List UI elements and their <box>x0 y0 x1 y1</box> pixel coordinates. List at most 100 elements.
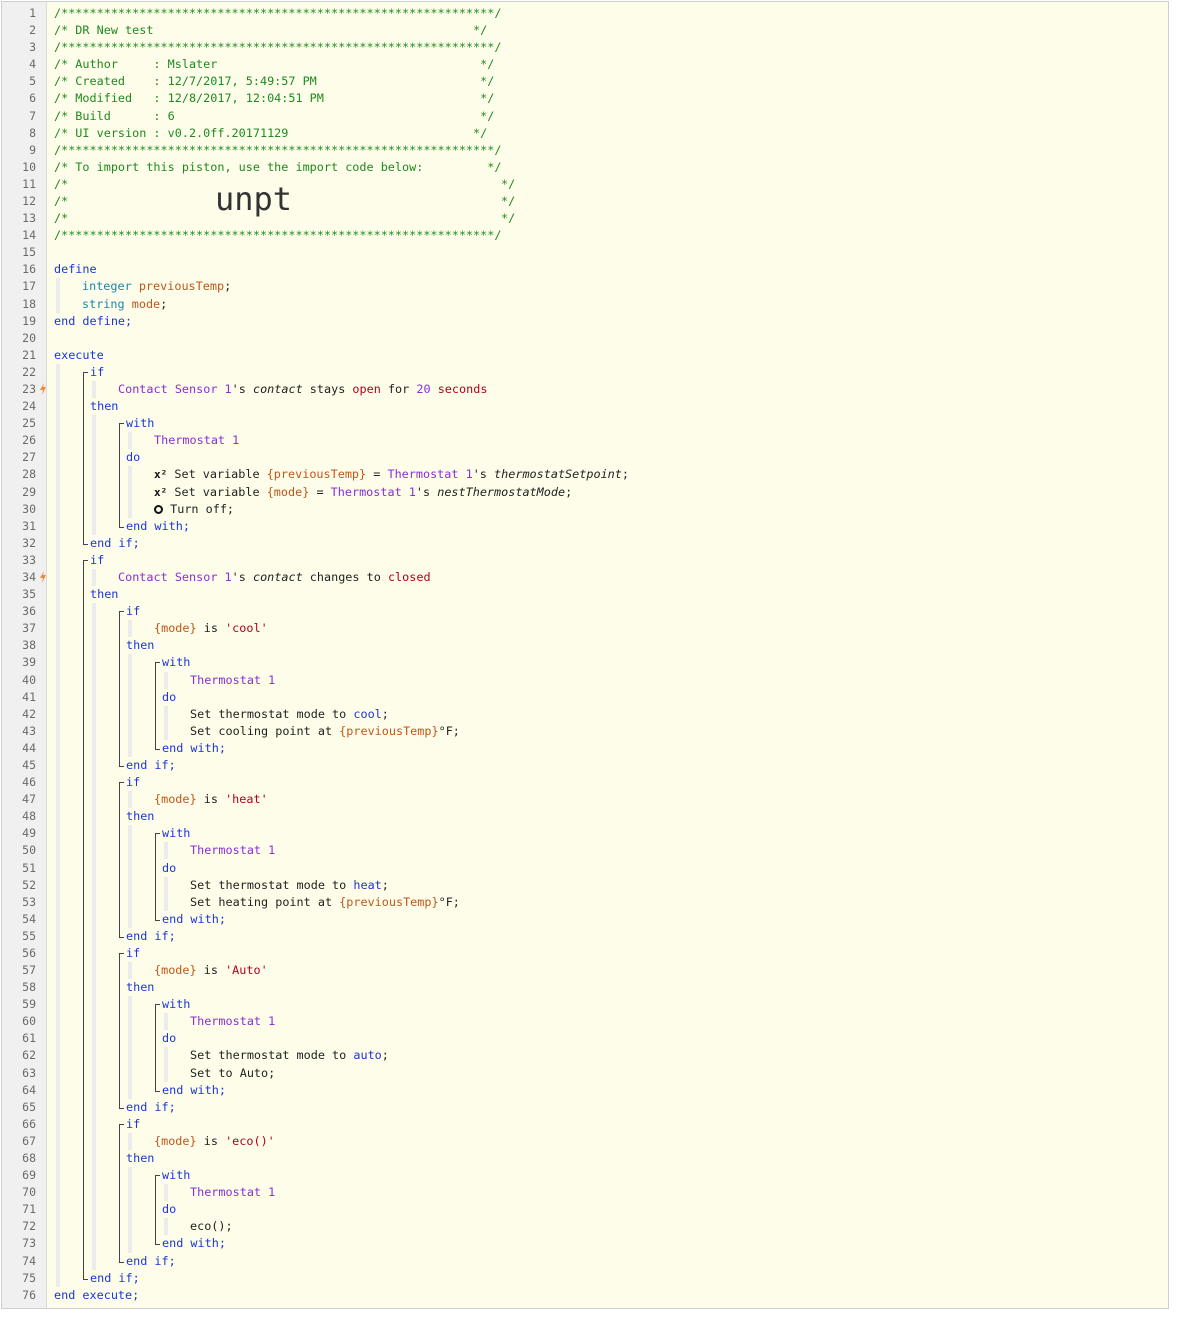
code-line[interactable]: /* Created : 12/7/2017, 5:49:57 PM */ <box>54 73 494 90</box>
code-line[interactable]: end if; <box>126 757 176 774</box>
code-line[interactable]: {mode} is 'Auto' <box>154 962 268 979</box>
code-line[interactable]: with <box>162 654 190 671</box>
code-line[interactable]: Turn off; <box>154 501 234 518</box>
block-bracket-bottom <box>83 1278 88 1280</box>
code-line[interactable]: Contact Sensor 1's contact stays open fo… <box>118 381 487 398</box>
code-line[interactable]: /* Author : Mslater */ <box>54 56 494 73</box>
code-line[interactable]: then <box>90 398 118 415</box>
block-bracket-top <box>119 1123 124 1125</box>
code-line[interactable]: Set heating point at {previousTemp}°F; <box>190 894 460 911</box>
code-line[interactable]: end if; <box>90 535 140 552</box>
code-line[interactable]: end execute; <box>54 1287 139 1304</box>
code-line[interactable]: end define; <box>54 313 132 330</box>
code-line[interactable]: /* DR New test */ <box>54 22 487 39</box>
code-line[interactable]: Thermostat 1 <box>154 432 239 449</box>
code-token: nestThermostatMode <box>437 484 566 499</box>
code-line[interactable]: with <box>162 1167 190 1184</box>
code-line[interactable]: if <box>126 603 140 620</box>
code-line[interactable]: Thermostat 1 <box>190 842 275 859</box>
code-token: °F; <box>438 894 460 909</box>
code-line[interactable]: Set cooling point at {previousTemp}°F; <box>190 723 460 740</box>
code-line[interactable]: then <box>90 586 118 603</box>
code-line[interactable]: then <box>126 637 154 654</box>
code-line[interactable]: end if; <box>90 1270 140 1287</box>
code-line[interactable]: Thermostat 1 <box>190 1013 275 1030</box>
import-code[interactable]: unpt <box>215 182 292 216</box>
code-token: end execute; <box>54 1287 140 1302</box>
code-line[interactable]: if <box>90 552 104 569</box>
code-line[interactable]: end with; <box>162 1235 226 1252</box>
indent-guide <box>164 876 168 911</box>
block-bracket-top <box>155 662 160 664</box>
code-line[interactable]: end with; <box>162 911 226 928</box>
code-line[interactable]: eco(); <box>190 1218 233 1235</box>
code-line[interactable]: {mode} is 'eco()' <box>154 1133 275 1150</box>
code-line[interactable]: if <box>126 945 140 962</box>
code-line[interactable]: end with; <box>126 518 190 535</box>
code-line[interactable]: Thermostat 1 <box>190 1184 275 1201</box>
code-line[interactable]: /***************************************… <box>54 227 501 244</box>
code-token: end with; <box>162 740 226 755</box>
code-line[interactable]: end if; <box>126 928 176 945</box>
code-token: then <box>90 399 119 414</box>
code-line[interactable]: then <box>126 808 154 825</box>
code-line[interactable]: */ <box>501 193 515 210</box>
code-token: 's <box>231 381 246 396</box>
code-line[interactable]: with <box>162 825 190 842</box>
code-line[interactable]: execute <box>54 347 104 364</box>
code-line[interactable]: {mode} is 'heat' <box>154 791 268 808</box>
code-line[interactable]: Set thermostat mode to cool; <box>190 706 389 723</box>
code-line[interactable]: do <box>162 1030 176 1047</box>
code-line[interactable]: then <box>126 979 154 996</box>
code-line[interactable]: /* Build : 6 */ <box>54 108 494 125</box>
code-token: ; <box>565 484 573 499</box>
code-line[interactable]: then <box>126 1150 154 1167</box>
code-line[interactable]: end if; <box>126 1099 176 1116</box>
code-line[interactable]: do <box>162 860 176 877</box>
code-line[interactable]: Set thermostat mode to heat; <box>190 877 389 894</box>
code-line[interactable]: */ <box>501 210 515 227</box>
code-line[interactable]: end with; <box>162 1082 226 1099</box>
code-line[interactable]: string mode; <box>82 296 167 313</box>
code-line[interactable]: x² Set variable {mode} = Thermostat 1's … <box>154 484 572 501</box>
code-line[interactable]: /* Modified : 12/8/2017, 12:04:51 PM */ <box>54 90 494 107</box>
code-line[interactable]: end if; <box>126 1253 176 1270</box>
code-line[interactable]: if <box>90 364 104 381</box>
code-token: Set variable <box>174 467 260 482</box>
code-line[interactable]: end with; <box>162 740 226 757</box>
code-line[interactable]: {mode} is 'cool' <box>154 620 268 637</box>
code-line[interactable]: do <box>162 1201 176 1218</box>
block-bracket-top <box>155 833 160 835</box>
code-token: end if; <box>126 928 176 943</box>
code-line[interactable]: do <box>162 689 176 706</box>
code-line[interactable]: Set to Auto; <box>190 1065 275 1082</box>
code-token: end with; <box>162 1236 226 1251</box>
code-line[interactable]: do <box>126 449 140 466</box>
code-line[interactable]: /* <box>54 176 68 193</box>
code-line[interactable]: with <box>162 996 190 1013</box>
code-line[interactable]: /***************************************… <box>54 5 501 22</box>
code-line[interactable]: define <box>54 261 97 278</box>
code-token: /* To import this piston, use the import… <box>54 159 502 174</box>
code-line[interactable]: with <box>126 415 154 432</box>
code-line[interactable]: /* To import this piston, use the import… <box>54 159 501 176</box>
code-line[interactable]: if <box>126 774 140 791</box>
code-line[interactable]: if <box>126 1116 140 1133</box>
code-line[interactable]: /* <box>54 210 68 227</box>
code-line[interactable]: Thermostat 1 <box>190 672 275 689</box>
indent-guide <box>56 278 60 313</box>
code-line[interactable]: Contact Sensor 1's contact changes to cl… <box>118 569 431 586</box>
code-token: Set heating point at <box>190 894 333 909</box>
code-line[interactable]: Set thermostat mode to auto; <box>190 1047 389 1064</box>
code-line[interactable]: */ <box>501 176 515 193</box>
code-line[interactable]: x² Set variable {previousTemp} = Thermos… <box>154 466 629 483</box>
code-token: cool <box>353 706 382 721</box>
code-line[interactable]: /***************************************… <box>54 142 501 159</box>
block-bracket <box>155 1175 156 1245</box>
code-line[interactable]: integer previousTemp; <box>82 278 231 295</box>
code-line[interactable]: /***************************************… <box>54 39 501 56</box>
code-line[interactable]: /* UI version : v0.2.0ff.20171129 */ <box>54 125 487 142</box>
code-line[interactable]: /* <box>54 193 68 210</box>
variable-icon: x² <box>154 468 168 482</box>
indent-guide <box>56 363 60 1287</box>
